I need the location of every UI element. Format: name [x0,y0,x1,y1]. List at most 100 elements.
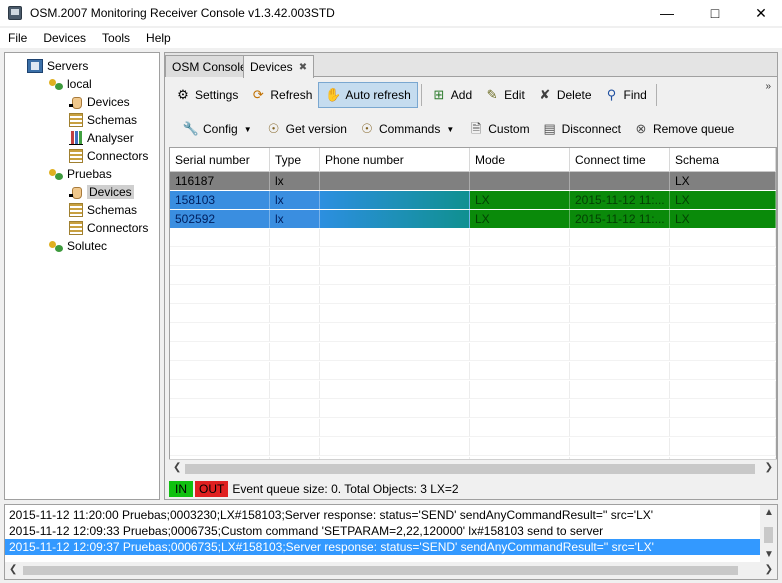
devices-panel: OSM Console Devices ✖ » ⚙ Settings ⟳ Ref… [164,52,778,500]
empty-cell [270,324,320,342]
find-label: Find [623,88,647,102]
table-row[interactable]: 502592 lx LX 2015-11-12 11:... LX [170,210,776,228]
column-header-connect-time[interactable]: Connect time [570,148,670,172]
servers-icon [27,59,43,73]
toolbar-main: ⚙ Settings ⟳ Refresh ✋ Auto refresh ⊞ Ad… [169,81,660,109]
log-vertical-scrollbar[interactable]: ▲ ▼ [760,505,777,563]
cell-serial: 502592 [170,210,270,228]
table-horizontal-scrollbar[interactable]: ❮ ❯ [169,459,777,477]
empty-cell [670,362,776,380]
log-line[interactable]: 2015-11-12 11:20:00 Pruebas;0003230;LX#1… [5,507,761,523]
menu-devices[interactable]: Devices [35,31,94,45]
log-line[interactable]: 2015-11-12 12:09:37 Pruebas;0006735;LX#1… [5,539,761,555]
menu-tools[interactable]: Tools [94,31,138,45]
tree-server-solutec[interactable]: Solutec [49,237,107,255]
cell-schema: LX [670,191,776,209]
tree-local-devices[interactable]: Devices [69,93,130,111]
refresh-button[interactable]: ⟳ Refresh [244,82,318,108]
tree-server-pruebas[interactable]: Pruebas [49,165,112,183]
empty-cell [670,324,776,342]
empty-cell [470,400,570,418]
empty-cell [170,229,270,247]
tree-local-analyser[interactable]: Analyser [69,129,134,147]
disconnect-button[interactable]: ▤ Disconnect [536,116,627,142]
scroll-left-icon[interactable]: ❮ [9,564,17,575]
tree-local-connectors[interactable]: Connectors [69,147,148,165]
empty-cell [270,438,320,456]
tree-pruebas-schemas[interactable]: Schemas [69,201,137,219]
edit-label: Edit [504,88,525,102]
add-button[interactable]: ⊞ Add [425,82,478,108]
tree-label: Pruebas [67,167,112,181]
scroll-left-icon[interactable]: ❮ [173,462,181,473]
tree-local-schemas[interactable]: Schemas [69,111,137,129]
scroll-thumb[interactable] [764,527,773,543]
toolbar-overflow-icon[interactable]: » [765,81,771,92]
commands-button[interactable]: ☉ Commands ▼ [353,116,462,142]
get-version-button[interactable]: ☉ Get version [260,116,353,142]
empty-cell [670,419,776,437]
delete-label: Delete [556,88,592,102]
delete-button[interactable]: ✘ Delete [531,82,598,108]
tree-label: Connectors [87,221,149,235]
tab-osm-console[interactable]: OSM Console [165,55,254,77]
scroll-thumb[interactable] [23,566,738,575]
close-tab-icon[interactable]: ✖ [299,62,307,73]
log-line[interactable]: 2015-11-12 12:09:33 Pruebas;0006735;Cust… [5,523,761,539]
empty-cell [320,400,470,418]
scroll-right-icon[interactable]: ❯ [765,564,773,575]
column-header-schema[interactable]: Schema [670,148,776,172]
add-label: Add [450,88,473,102]
empty-cell [670,305,776,323]
tree-root-servers[interactable]: Servers [27,57,88,75]
empty-cell [270,267,320,285]
table-row[interactable]: 116187 lx LX [170,172,776,190]
empty-cell [470,381,570,399]
column-header-mode[interactable]: Mode [470,148,570,172]
auto-refresh-button[interactable]: ✋ Auto refresh [318,82,418,108]
custom-button[interactable]: 🗎 Custom [462,116,535,142]
scroll-right-icon[interactable]: ❯ [765,462,773,473]
empty-cell [570,400,670,418]
table-row[interactable]: 158103 lx LX 2015-11-12 11:... LX [170,191,776,209]
remove-queue-icon: ⊗ [635,121,647,136]
column-header-phone[interactable]: Phone number [320,148,470,172]
menu-file[interactable]: File [0,31,35,45]
close-button[interactable]: ✕ [738,0,782,26]
scroll-down-icon[interactable]: ▼ [764,549,774,560]
empty-table-row [170,419,776,437]
maximize-button[interactable]: □ [692,0,738,26]
commands-icon: ☉ [361,121,373,136]
toolbar-separator [655,84,657,106]
config-button[interactable]: 🔧 Config ▼ [177,116,260,142]
tab-devices[interactable]: Devices ✖ [243,55,315,78]
settings-button[interactable]: ⚙ Settings [169,82,244,108]
empty-cell [670,286,776,304]
chevron-down-icon[interactable]: ▼ [244,125,252,134]
tree-pruebas-devices[interactable]: Devices [69,183,134,201]
column-header-serial[interactable]: Serial number [170,148,270,172]
empty-cell [320,419,470,437]
empty-table-row [170,305,776,323]
find-button[interactable]: ⚲ Find [598,82,653,108]
empty-cell [320,362,470,380]
menu-bar: File Devices Tools Help [0,28,782,48]
chevron-down-icon[interactable]: ▼ [446,125,454,134]
scroll-thumb[interactable] [185,464,755,474]
menu-help[interactable]: Help [138,31,179,45]
gear-icon: ⚙ [177,87,189,102]
column-header-type[interactable]: Type [270,148,320,172]
empty-cell [320,305,470,323]
empty-cell [170,267,270,285]
edit-button[interactable]: ✎ Edit [478,82,531,108]
delete-icon: ✘ [539,87,551,102]
tree-pruebas-connectors[interactable]: Connectors [69,219,148,237]
minimize-button[interactable]: — [644,0,690,26]
scroll-up-icon[interactable]: ▲ [764,507,774,518]
empty-cell [170,324,270,342]
empty-table-row [170,400,776,418]
tree-server-local[interactable]: local [49,75,92,93]
log-horizontal-scrollbar[interactable]: ❮ ❯ [5,562,777,579]
remove-queue-button[interactable]: ⊗ Remove queue [627,116,740,142]
empty-table-row [170,286,776,304]
